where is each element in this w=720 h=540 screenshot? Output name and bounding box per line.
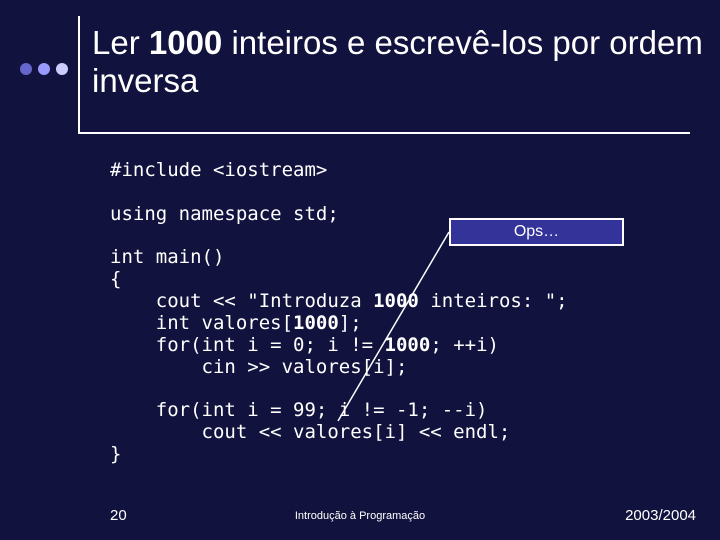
callout-text: Ops… [514,223,559,241]
title-horizontal-rule [78,132,690,134]
code-line: for(int i = 99; i != -1; --i) [110,399,488,421]
title-bold-number: 1000 [149,24,222,61]
dot-icon [38,63,50,75]
slide: Ler 1000 inteiros e escrevê-los por orde… [0,0,720,540]
code-line: ; ++i) [430,334,499,356]
title-text-1: Ler [92,24,149,61]
footer-center-text: Introdução à Programação [0,510,720,522]
code-block: #include <iostream> using namespace std;… [110,160,568,466]
code-bold-number: 1000 [385,334,431,356]
slide-footer: 20 Introdução à Programação 2003/2004 [0,504,720,524]
code-line: inteiros: "; [419,290,568,312]
code-line: int main() [110,246,224,268]
bullet-dots [20,63,68,75]
code-line: cin >> valores[i]; [110,356,407,378]
code-line: } [110,443,121,465]
title-vertical-rule [78,16,80,134]
code-line: #include <iostream> [110,159,327,181]
code-line: for(int i = 0; i != [110,334,385,356]
code-bold-number: 1000 [373,290,419,312]
code-line: ]; [339,312,362,334]
slide-title: Ler 1000 inteiros e escrevê-los por orde… [92,24,720,100]
dot-icon [56,63,68,75]
footer-right-text: 2003/2004 [625,507,696,524]
code-line: { [110,268,121,290]
code-bold-number: 1000 [293,312,339,334]
code-line: using namespace std; [110,203,339,225]
code-line: cout << valores[i] << endl; [110,421,510,443]
dot-icon [20,63,32,75]
code-line: int valores[ [110,312,293,334]
code-line: cout << "Introduza [110,290,373,312]
callout-box: Ops… [449,218,624,246]
